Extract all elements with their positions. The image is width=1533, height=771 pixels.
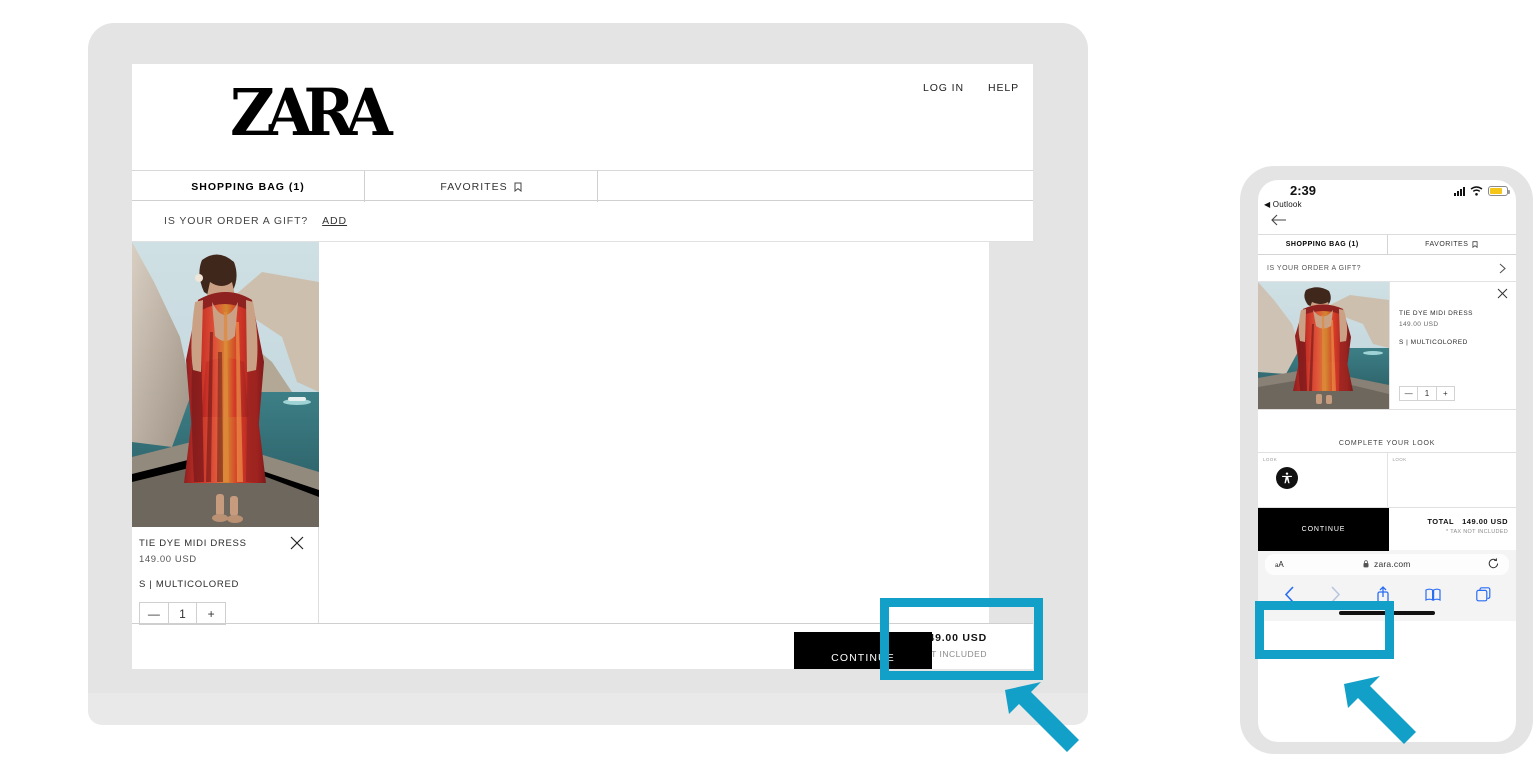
reload-icon[interactable] <box>1488 558 1499 570</box>
product-variant: S | MULTICOLORED <box>139 579 240 590</box>
gift-add-link[interactable]: ADD <box>322 215 347 227</box>
back-triangle-icon: ◀ <box>1264 200 1271 209</box>
look-thumbnails: LOOK LOOK <box>1258 452 1516 507</box>
look-item-1-label: LOOK <box>1263 457 1278 462</box>
phone-tab-favorites-label: FAVORITES <box>1425 241 1469 248</box>
accessibility-icon <box>1282 472 1292 484</box>
header-links: LOG IN HELP <box>923 82 1019 94</box>
laptop-continue-highlight-box <box>880 598 1043 680</box>
phone-product-price: 149.00 USD <box>1399 321 1439 328</box>
bag-item-info: TIE DYE MIDI DRESS 149.00 USD S | MULTIC… <box>132 527 318 625</box>
log-in-link[interactable]: LOG IN <box>923 82 964 94</box>
quantity-decrement-button[interactable]: — <box>140 603 168 624</box>
phone-gift-question: IS YOUR ORDER A GIFT? <box>1267 264 1362 272</box>
remove-item-icon[interactable] <box>290 536 304 550</box>
product-image-art <box>132 242 319 527</box>
phone-tab-shopping-bag[interactable]: SHOPPING BAG (1) <box>1258 235 1388 254</box>
tab-favorites-label: FAVORITES <box>440 180 508 193</box>
phone-bag-tabs: SHOPPING BAG (1) FAVORITES <box>1258 234 1516 255</box>
look-item-1[interactable]: LOOK <box>1258 453 1387 507</box>
phone-continue-button[interactable]: CONTINUE <box>1258 508 1389 551</box>
back-app-name: Outlook <box>1272 200 1302 209</box>
look-item-2-label: LOOK <box>1392 457 1407 462</box>
bookmark-icon <box>1472 241 1478 248</box>
phone-product-image[interactable] <box>1258 282 1389 409</box>
chevron-right-icon <box>1499 263 1506 273</box>
quantity-increment-button[interactable]: + <box>197 603 225 624</box>
phone-total-value: 149.00 USD <box>1462 517 1508 526</box>
gift-row: IS YOUR ORDER A GIFT? ADD <box>132 201 1033 242</box>
site-header: ZARA LOG IN HELP <box>132 64 1033 170</box>
phone-status-bar: 2:39 ◀ Outlook <box>1258 180 1516 211</box>
bag-item-card: TIE DYE MIDI DRESS 149.00 USD S | MULTIC… <box>132 242 319 625</box>
phone-quantity-stepper: — 1 + <box>1399 386 1455 401</box>
tab-shopping-bag-label: SHOPPING BAG (1) <box>191 180 305 193</box>
laptop-screen: ZARA LOG IN HELP SHOPPING BAG (1) FAVORI… <box>132 64 1033 669</box>
safari-address-bar[interactable]: aA zara.com <box>1265 553 1509 575</box>
viewport-right-occluder <box>989 242 1033 623</box>
complete-your-look-section: COMPLETE YOUR LOOK <box>1258 409 1516 452</box>
product-image[interactable] <box>132 242 319 527</box>
status-back-to-app[interactable]: ◀ Outlook <box>1264 200 1302 209</box>
zara-website-desktop: ZARA LOG IN HELP SHOPPING BAG (1) FAVORI… <box>132 64 1033 669</box>
help-link[interactable]: HELP <box>988 82 1019 94</box>
phone-product-variant: S | MULTICOLORED <box>1399 339 1468 346</box>
quantity-stepper: — 1 + <box>139 602 226 625</box>
bag-main-area <box>319 242 1033 623</box>
bookmark-icon <box>514 182 522 192</box>
phone-back-nav <box>1258 211 1516 234</box>
bag-tabs: SHOPPING BAG (1) FAVORITES <box>132 170 1033 202</box>
phone-accessibility-button[interactable] <box>1276 467 1298 489</box>
status-time: 2:39 <box>1290 183 1317 198</box>
url-text: zara.com <box>1374 559 1411 569</box>
bookmarks-icon[interactable] <box>1424 588 1441 602</box>
complete-your-look-label: COMPLETE YOUR LOOK <box>1338 440 1436 447</box>
tabs-icon[interactable] <box>1475 587 1491 602</box>
product-price: 149.00 USD <box>139 554 197 565</box>
tab-favorites[interactable]: FAVORITES <box>365 171 598 202</box>
phone-tab-favorites[interactable]: FAVORITES <box>1388 235 1517 254</box>
phone-remove-item-icon[interactable] <box>1497 288 1508 299</box>
quantity-value[interactable]: 1 <box>169 603 197 624</box>
tab-shopping-bag[interactable]: SHOPPING BAG (1) <box>132 171 365 202</box>
phone-tax-note: * TAX NOT INCLUDED <box>1446 529 1508 535</box>
battery-low-power-icon <box>1488 186 1510 196</box>
phone-quantity-value[interactable]: 1 <box>1418 387 1435 400</box>
phone-tab-shopping-bag-label: SHOPPING BAG (1) <box>1285 241 1359 248</box>
phone-continue-button-label: CONTINUE <box>1301 526 1346 533</box>
phone-device: 2:39 ◀ Outlook SHOPPING BAG (1) FAVORITE… <box>1240 166 1533 754</box>
arrow-left-icon[interactable] <box>1270 213 1287 227</box>
phone-quantity-decrement-button[interactable]: — <box>1400 387 1417 400</box>
phone-product-image-art <box>1258 282 1389 409</box>
phone-total-block: TOTAL 149.00 USD * TAX NOT INCLUDED <box>1389 508 1516 550</box>
safari-address-bar-area: aA zara.com <box>1258 550 1516 578</box>
laptop-base <box>88 693 1088 725</box>
phone-product-title[interactable]: TIE DYE MIDI DRESS <box>1399 310 1516 317</box>
look-item-2[interactable]: LOOK <box>1386 453 1517 507</box>
phone-total-label: TOTAL <box>1427 517 1455 526</box>
phone-total-line: TOTAL 149.00 USD <box>1389 517 1508 526</box>
bag-body: TIE DYE MIDI DRESS 149.00 USD S | MULTIC… <box>132 242 1033 625</box>
gift-question: IS YOUR ORDER A GIFT? <box>164 215 309 227</box>
phone-quantity-increment-button[interactable]: + <box>1437 387 1454 400</box>
phone-continue-highlight-box <box>1255 601 1394 659</box>
phone-gift-row[interactable]: IS YOUR ORDER A GIFT? <box>1258 255 1516 282</box>
lock-icon <box>1363 560 1369 568</box>
wifi-icon <box>1470 186 1483 196</box>
phone-product-info: TIE DYE MIDI DRESS 149.00 USD S | MULTIC… <box>1389 282 1516 409</box>
phone-bag-item: TIE DYE MIDI DRESS 149.00 USD S | MULTIC… <box>1258 282 1516 409</box>
zara-logo[interactable]: ZARA <box>230 80 393 145</box>
tabs-spacer <box>598 171 1033 200</box>
url-display[interactable]: zara.com <box>1265 559 1509 569</box>
screenshot-stage: ZARA LOG IN HELP SHOPPING BAG (1) FAVORI… <box>0 0 1533 771</box>
cellular-signal-icon <box>1454 186 1465 196</box>
status-indicators <box>1454 186 1510 196</box>
phone-bag-footer: CONTINUE TOTAL 149.00 USD * TAX NOT INCLU… <box>1258 507 1516 551</box>
